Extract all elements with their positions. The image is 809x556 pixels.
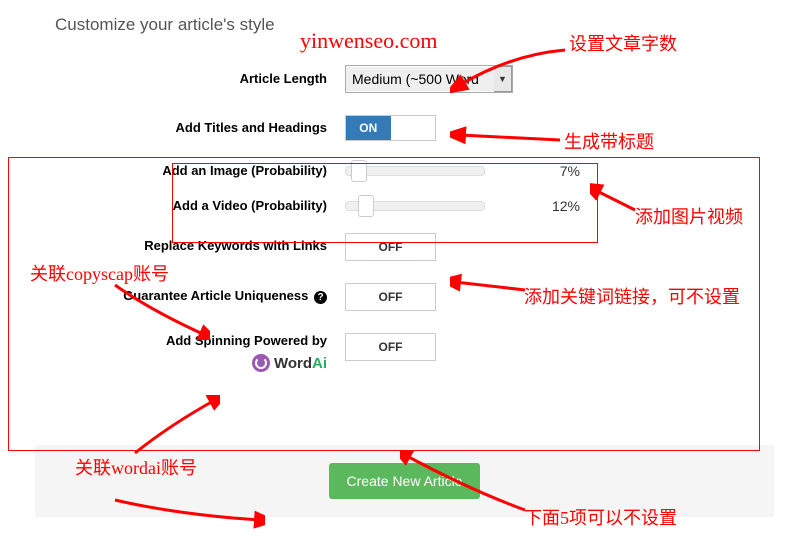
toggle-on-label: ON xyxy=(346,116,391,140)
toggle-blank xyxy=(391,116,436,140)
control-add-spinning: OFF xyxy=(345,333,525,361)
wordai-logo: WordAi xyxy=(55,354,327,374)
slider-thumb-video[interactable] xyxy=(358,195,374,217)
slider-add-image[interactable] xyxy=(345,166,485,176)
create-article-button[interactable]: Create New Article xyxy=(329,463,481,499)
row-article-length: Article Length Medium (~500 Word ▼ xyxy=(55,65,754,93)
control-guarantee-unique: OFF xyxy=(345,283,525,311)
value-add-video: 12% xyxy=(540,198,580,214)
wordai-text: WordAi xyxy=(274,354,327,374)
toggle-guarantee-unique[interactable]: OFF xyxy=(345,283,436,311)
label-article-length: Article Length xyxy=(55,71,345,88)
row-add-video: Add a Video (Probability) 12% xyxy=(55,198,754,215)
section-title: Customize your article's style xyxy=(55,15,754,35)
wordai-icon xyxy=(252,354,270,372)
label-add-spinning: Add Spinning Powered by WordAi xyxy=(55,333,345,373)
toggle-replace-keywords[interactable]: OFF xyxy=(345,233,436,261)
control-replace-keywords: OFF xyxy=(345,233,525,261)
row-replace-keywords: Replace Keywords with Links OFF xyxy=(55,233,754,261)
toggle-titles-headings[interactable]: ON xyxy=(345,115,436,141)
dropdown-icon[interactable]: ▼ xyxy=(494,66,512,92)
control-titles-headings: ON xyxy=(345,115,525,141)
label-add-image: Add an Image (Probability) xyxy=(55,163,345,180)
row-guarantee-unique: Guarantee Article Uniqueness ? OFF xyxy=(55,283,754,311)
customize-panel: Customize your article's style Article L… xyxy=(35,0,774,415)
row-add-spinning: Add Spinning Powered by WordAi OFF xyxy=(55,333,754,373)
slider-add-video[interactable] xyxy=(345,201,485,211)
label-spinning-text: Add Spinning Powered by xyxy=(55,333,327,350)
toggle-off-label: OFF xyxy=(379,290,403,304)
row-add-image: Add an Image (Probability) 7% xyxy=(55,163,754,180)
page: Customize your article's style Article L… xyxy=(0,0,809,517)
label-guarantee-unique: Guarantee Article Uniqueness ? xyxy=(55,288,345,305)
toggle-add-spinning[interactable]: OFF xyxy=(345,333,436,361)
toggle-off-label: OFF xyxy=(379,340,403,354)
slider-thumb-image[interactable] xyxy=(351,160,367,182)
label-guarantee-text: Guarantee Article Uniqueness xyxy=(123,288,308,303)
label-add-video: Add a Video (Probability) xyxy=(55,198,345,215)
label-replace-keywords: Replace Keywords with Links xyxy=(55,238,345,255)
value-add-image: 7% xyxy=(540,163,580,179)
control-article-length: Medium (~500 Word ▼ xyxy=(345,65,513,93)
submit-bar: Create New Article xyxy=(35,445,774,517)
row-titles-headings: Add Titles and Headings ON xyxy=(55,115,754,141)
label-titles-headings: Add Titles and Headings xyxy=(55,120,345,137)
control-add-image: 7% xyxy=(345,163,605,179)
control-add-video: 12% xyxy=(345,198,605,214)
help-icon[interactable]: ? xyxy=(314,291,327,304)
toggle-off-label: OFF xyxy=(379,240,403,254)
article-length-value[interactable]: Medium (~500 Word xyxy=(346,67,494,91)
